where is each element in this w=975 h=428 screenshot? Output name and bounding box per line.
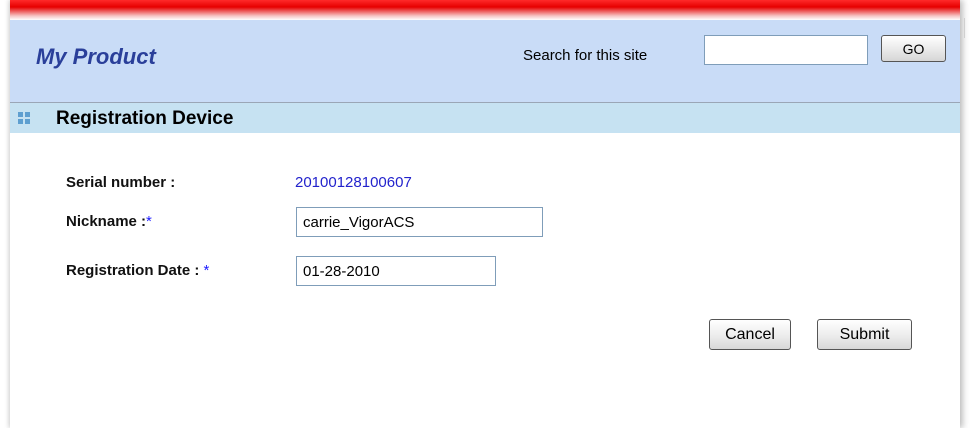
cancel-button[interactable]: Cancel [709,319,791,350]
nickname-label-row: Nickname :* [66,213,152,230]
grid-icon [18,112,30,124]
serial-number-label: Serial number : [66,174,176,191]
submit-button[interactable]: Submit [817,319,912,350]
top-accent-stripe [10,0,960,20]
required-marker: * [146,213,152,230]
go-button[interactable]: GO [881,35,946,62]
section-header: Registration Device [10,103,960,133]
header-bar: My Product Search for this site GO [10,20,960,102]
serial-number-value: 20100128100607 [295,174,412,191]
registration-date-label: Registration Date : [66,262,204,279]
search-label: Search for this site [523,47,648,64]
window-edge [964,18,973,38]
registration-date-field[interactable] [296,256,496,286]
required-marker: * [203,262,210,279]
registration-date-label-row: Registration Date : * [66,262,209,279]
search-input[interactable] [704,35,868,65]
section-title: Registration Device [56,108,234,129]
nickname-label: Nickname : [66,213,147,230]
app-window: My Product Search for this site GO Regis… [10,0,960,428]
nickname-field[interactable] [296,207,543,237]
product-title: My Product [36,44,156,69]
